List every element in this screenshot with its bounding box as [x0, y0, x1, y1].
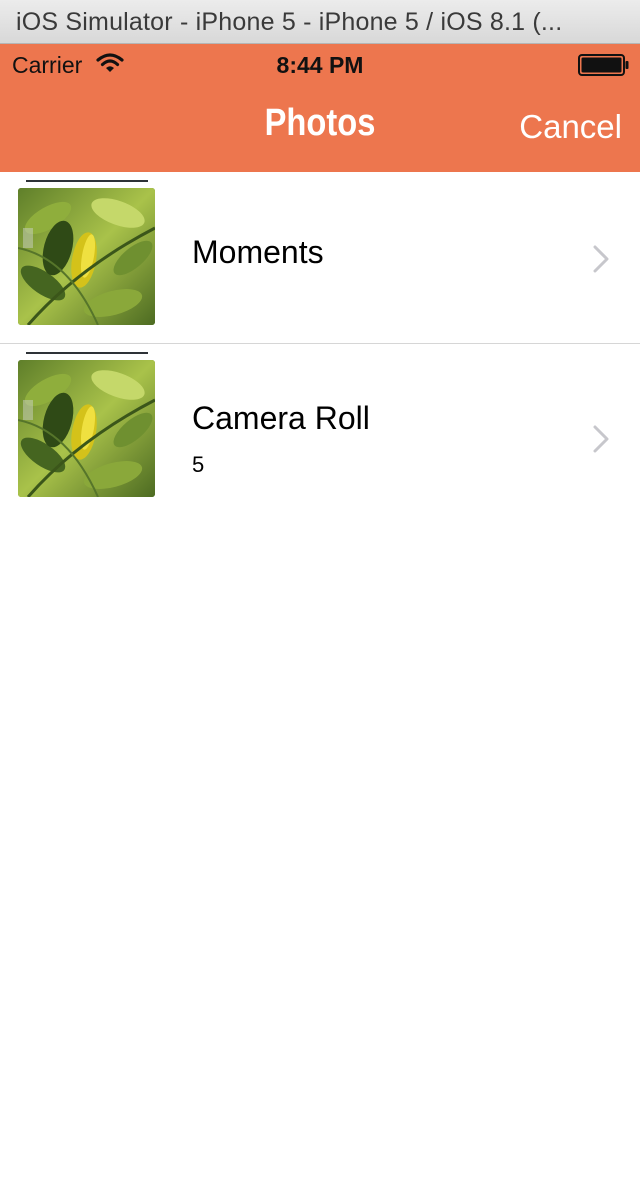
album-name: Camera Roll	[192, 400, 370, 436]
status-time: 8:44 PM	[276, 52, 364, 78]
simulator-titlebar[interactable]: iOS Simulator - iPhone 5 - iPhone 5 / iO…	[0, 0, 640, 44]
album-row-moments[interactable]: Moments	[0, 172, 640, 344]
album-count: 5	[192, 452, 205, 477]
page-title: Photos	[264, 102, 376, 144]
status-bar: Carrier 8:44 PM	[0, 44, 640, 84]
album-stack-edge	[26, 352, 148, 354]
app-header: Carrier 8:44 PM Photos Cancel	[0, 44, 640, 172]
album-stack-edge	[26, 180, 148, 182]
window-title: iOS Simulator - iPhone 5 - iPhone 5 / iO…	[16, 8, 563, 36]
chevron-right-icon	[593, 245, 609, 273]
album-thumbnail	[18, 360, 155, 497]
album-list: Moments Camera Roll 5	[0, 172, 640, 516]
navigation-bar: Photos Cancel	[0, 84, 640, 172]
album-row-camera-roll[interactable]: Camera Roll 5	[0, 344, 640, 516]
album-name: Moments	[192, 234, 324, 270]
cancel-button[interactable]: Cancel	[519, 108, 622, 146]
chevron-right-icon	[593, 425, 609, 453]
leaf-photo-icon	[18, 188, 155, 325]
leaf-photo-icon	[18, 360, 155, 497]
simulator-window: iOS Simulator - iPhone 5 - iPhone 5 / iO…	[0, 0, 640, 1180]
battery-icon	[578, 54, 629, 76]
album-thumbnail	[18, 188, 155, 325]
